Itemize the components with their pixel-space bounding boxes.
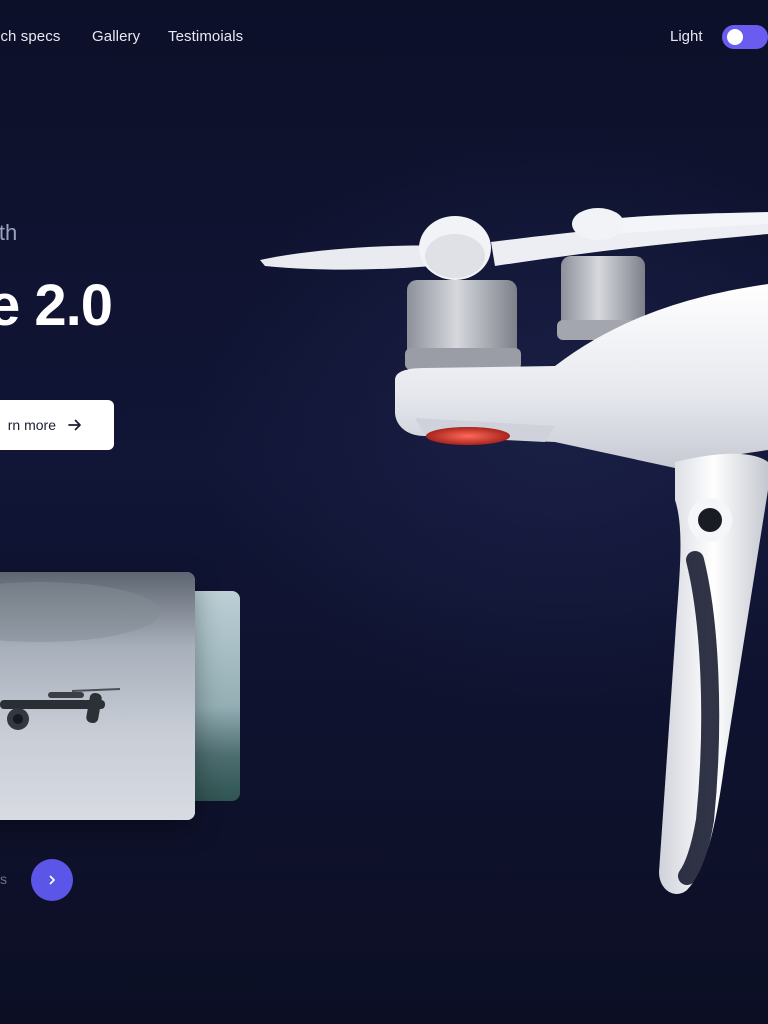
- arrow-right-icon: [68, 419, 81, 431]
- toggle-knob: [727, 29, 743, 45]
- theme-toggle[interactable]: [722, 25, 768, 49]
- theme-label: Light: [670, 28, 703, 45]
- nav-gallery[interactable]: Gallery: [92, 28, 140, 45]
- next-slide-button[interactable]: [31, 859, 73, 901]
- drone-image: [260, 208, 768, 894]
- nav-tech-specs[interactable]: ech specs: [0, 28, 60, 45]
- learn-more-button[interactable]: rn more: [0, 400, 114, 450]
- hero-page: ech specs Gallery Testimoials Light ith …: [0, 0, 768, 1024]
- chevron-right-icon: [49, 875, 55, 885]
- nav-testimonials[interactable]: Testimoials: [168, 28, 243, 45]
- hero-kicker: ith: [0, 220, 18, 245]
- learn-more-label: rn more: [7, 417, 56, 433]
- hero-headline: e 2.0: [0, 273, 113, 338]
- drone-thumbnail-image: [0, 572, 195, 820]
- gallery-card-primary[interactable]: [0, 572, 195, 820]
- pager-label: s: [0, 871, 7, 887]
